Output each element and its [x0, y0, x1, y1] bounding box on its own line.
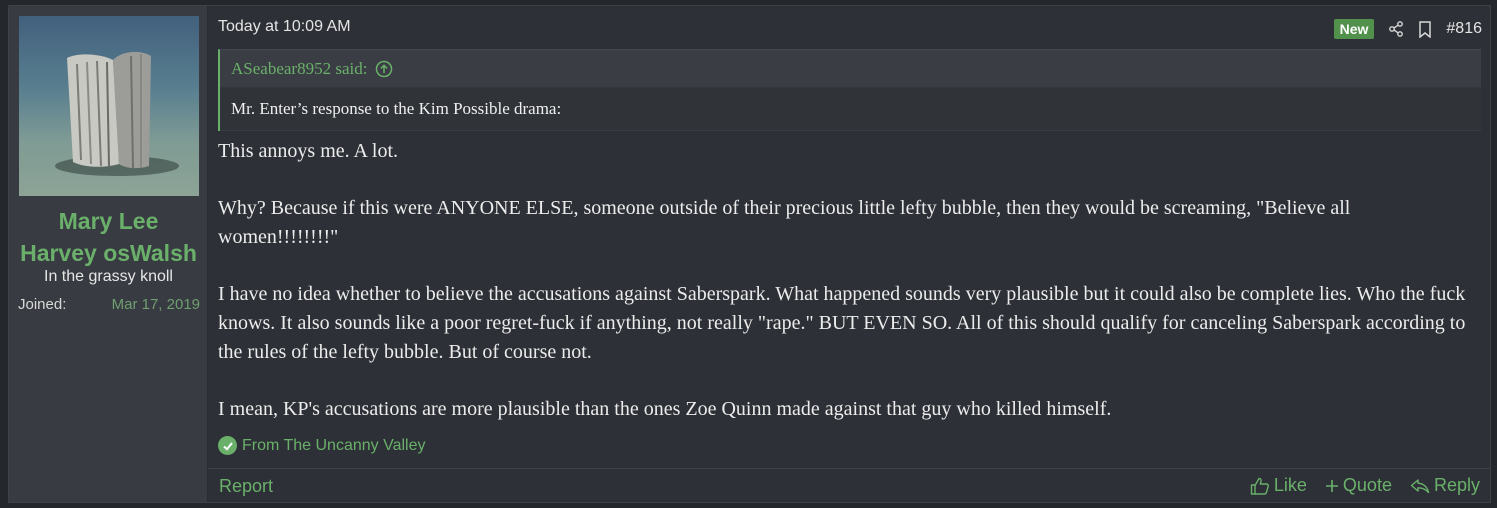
username-line-1[interactable]: Mary Lee [9, 205, 208, 237]
post-timestamp[interactable]: Today at 10:09 AM [218, 18, 351, 36]
share-icon[interactable] [1388, 21, 1404, 37]
report-link[interactable]: Report [219, 476, 273, 497]
post-meta: New #816 [1333, 16, 1482, 42]
message-post: Mary Lee Harvey osWalsh In the grassy kn… [8, 5, 1491, 503]
quote-header: ASeabear8952 said: [220, 50, 1481, 88]
thumbs-up-icon [1250, 477, 1269, 495]
quote-author[interactable]: ASeabear8952 said: [231, 59, 367, 79]
avatar[interactable] [19, 16, 199, 196]
user-info-panel: Mary Lee Harvey osWalsh In the grassy kn… [9, 6, 208, 502]
reply-button[interactable]: Reply [1410, 475, 1480, 496]
user-title: In the grassy knoll [44, 268, 173, 285]
post-actions: Like Quote Reply [1250, 475, 1480, 496]
post-paragraph: This annoys me. A lot. [218, 140, 398, 162]
quote-button[interactable]: Quote [1325, 475, 1392, 496]
like-button[interactable]: Like [1250, 475, 1307, 496]
joined-label: Joined: [18, 296, 67, 313]
reply-label: Reply [1433, 475, 1480, 495]
post-content: Today at 10:09 AM New #816 ASeabear8952 … [208, 6, 1490, 502]
post-number-link[interactable]: #816 [1446, 20, 1482, 38]
post-paragraph: I have no idea whether to believe the ac… [218, 283, 1466, 363]
joined-date: Mar 17, 2019 [111, 296, 200, 313]
arrow-up-circle-icon[interactable] [375, 60, 393, 78]
like-label: Like [1273, 475, 1307, 495]
username[interactable]: Mary Lee Harvey osWalsh [9, 205, 208, 269]
post-paragraph: I mean, KP's accusations are more plausi… [218, 398, 1112, 420]
bookmark-icon[interactable] [1418, 20, 1432, 38]
new-badge: New [1333, 19, 1375, 39]
plus-icon [1325, 479, 1338, 492]
quote-block: ASeabear8952 said: Mr. Enter’s response … [218, 49, 1481, 131]
post-footer: Report Like Quote Reply [208, 468, 1490, 502]
quote-text: Mr. Enter’s response to the Kim Possible… [220, 88, 1481, 130]
username-line-2[interactable]: Harvey osWalsh [9, 237, 208, 269]
post-body: This annoys me. A lot. Why? Because if t… [218, 137, 1473, 424]
avatar-image [55, 51, 179, 176]
quote-label: Quote [1342, 475, 1392, 495]
signature: From The Uncanny Valley [218, 436, 425, 455]
check-circle-icon [218, 436, 237, 455]
reply-icon [1410, 478, 1430, 493]
post-paragraph: Why? Because if this were ANYONE ELSE, s… [218, 197, 1351, 248]
joined-row: Joined: Mar 17, 2019 [18, 296, 200, 313]
signature-text: From The Uncanny Valley [242, 436, 426, 454]
